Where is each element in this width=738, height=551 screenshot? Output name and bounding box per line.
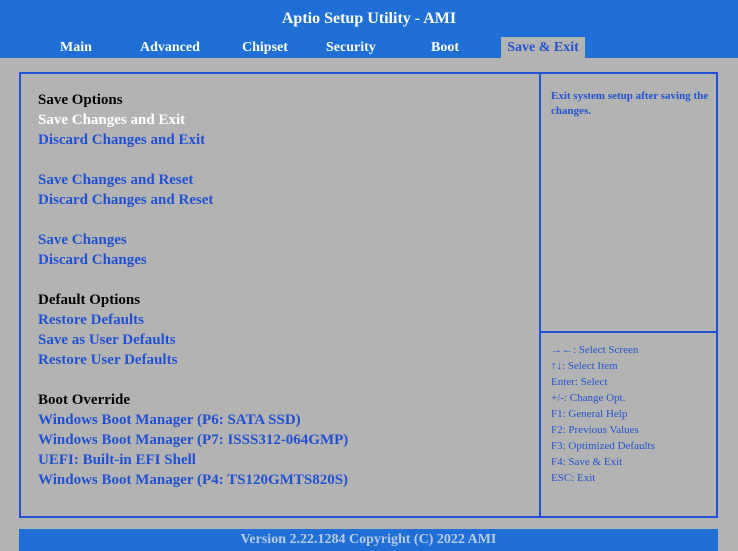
app-title: Aptio Setup Utility - AMI xyxy=(0,0,738,37)
menu-item-discard-changes-and-exit[interactable]: Discard Changes and Exit xyxy=(38,130,528,150)
tab-save-exit[interactable]: Save & Exit xyxy=(501,37,585,58)
section-header-default-options: Default Options xyxy=(38,292,141,308)
menu-item-boot-override-p7[interactable]: Windows Boot Manager (P7: ISSS312-064GMP… xyxy=(38,430,528,450)
menu-item-discard-changes[interactable]: Discard Changes xyxy=(38,250,528,270)
key-help-panel: →←: Select Screen ↑↓: Select Item Enter:… xyxy=(551,342,711,486)
tab-main[interactable]: Main xyxy=(60,37,92,58)
menu-item-restore-defaults[interactable]: Restore Defaults xyxy=(38,310,528,330)
panel-divider-horizontal xyxy=(539,331,718,333)
key-help-esc: ESC: Exit xyxy=(551,472,596,484)
tab-advanced[interactable]: Advanced xyxy=(140,37,200,58)
menu-item-discard-changes-and-reset[interactable]: Discard Changes and Reset xyxy=(38,190,528,210)
key-help-f4: F4: Save & Exit xyxy=(551,456,623,468)
version-footer: Version 2.22.1284 Copyright (C) 2022 AMI xyxy=(19,529,718,551)
menu-item-save-changes-and-exit[interactable]: Save Changes and Exit xyxy=(38,110,528,130)
item-help-text: Exit system setup after saving the chang… xyxy=(551,90,709,117)
panel-divider-vertical xyxy=(539,72,541,518)
save-exit-menu: Save Options Save Changes and Exit Disca… xyxy=(38,90,528,490)
menu-item-save-changes[interactable]: Save Changes xyxy=(38,230,528,250)
tab-boot[interactable]: Boot xyxy=(431,37,459,58)
menu-item-boot-override-efi-shell[interactable]: UEFI: Built-in EFI Shell xyxy=(38,450,528,470)
menu-item-save-changes-and-reset[interactable]: Save Changes and Reset xyxy=(38,170,528,190)
tab-bar: Main Advanced Chipset Security Boot Save… xyxy=(0,37,738,58)
menu-item-save-as-user-defaults[interactable]: Save as User Defaults xyxy=(38,330,528,350)
key-help-enter: Enter: Select xyxy=(551,376,608,388)
key-help-f1: F1: General Help xyxy=(551,408,628,420)
key-help-f2: F2: Previous Values xyxy=(551,424,639,436)
key-help-change-opt: +/-: Change Opt. xyxy=(551,392,626,404)
section-header-save-options: Save Options xyxy=(38,92,123,108)
section-header-boot-override: Boot Override xyxy=(38,392,131,408)
menu-item-boot-override-p4[interactable]: Windows Boot Manager (P4: TS120GMTS820S) xyxy=(38,470,528,490)
key-help-f3: F3: Optimized Defaults xyxy=(551,440,655,452)
menu-item-restore-user-defaults[interactable]: Restore User Defaults xyxy=(38,350,528,370)
tab-chipset[interactable]: Chipset xyxy=(242,37,288,58)
key-help-select-screen: →←: Select Screen xyxy=(551,344,639,356)
menu-item-boot-override-p6[interactable]: Windows Boot Manager (P6: SATA SSD) xyxy=(38,410,528,430)
tab-security[interactable]: Security xyxy=(326,37,376,58)
key-help-select-item: ↑↓: Select Item xyxy=(551,360,618,372)
